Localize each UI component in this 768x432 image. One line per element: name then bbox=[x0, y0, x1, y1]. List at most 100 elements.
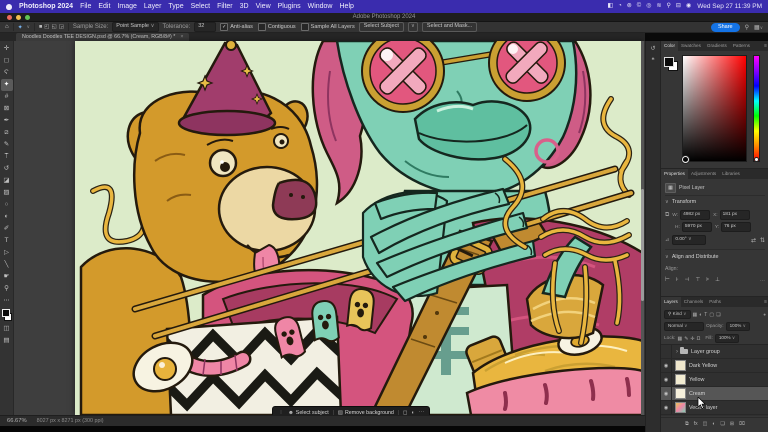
filter-toggle-icon[interactable]: ● bbox=[763, 312, 766, 317]
layer-row-group[interactable]: › Layer group bbox=[661, 345, 768, 359]
layers-tab-channels[interactable]: Channels bbox=[681, 297, 706, 307]
layers-tab-layers[interactable]: Layers bbox=[661, 297, 681, 307]
lock-transparent-icon[interactable]: ▦ bbox=[677, 336, 682, 342]
canvas-area[interactable]: ⋮ ☻ Select subject ▨ Remove background ◻… bbox=[14, 41, 645, 415]
properties-tab-adjustments[interactable]: Adjustments bbox=[688, 169, 719, 179]
dodge-tool[interactable]: ◐ bbox=[1, 211, 13, 223]
add-mask-icon[interactable]: ◫ bbox=[703, 421, 708, 427]
layer-row[interactable]: ◉ Cream bbox=[661, 387, 768, 401]
color-tab-swatches[interactable]: Swatches bbox=[678, 41, 704, 51]
screen-mode-icon[interactable]: ▤ bbox=[1, 335, 13, 347]
delete-layer-icon[interactable]: ⌧ bbox=[739, 421, 745, 427]
align-left-icon[interactable]: ⊢ bbox=[665, 277, 670, 283]
align-collapse-icon[interactable]: ∨ bbox=[665, 254, 669, 260]
layer-thumbnail[interactable] bbox=[675, 374, 686, 385]
move-tool[interactable]: ✛ bbox=[1, 43, 13, 55]
properties-tab-properties[interactable]: Properties bbox=[661, 169, 688, 179]
share-button[interactable]: Share bbox=[711, 23, 740, 32]
menu-view[interactable]: View bbox=[256, 3, 271, 10]
menu-select[interactable]: Select bbox=[191, 3, 210, 10]
battery-icon[interactable]: ⊟ bbox=[676, 0, 681, 13]
filter-type-icon[interactable]: T bbox=[704, 312, 707, 318]
group-expand-icon[interactable]: › bbox=[676, 349, 678, 355]
layer-filter-select[interactable]: ⚲ Kind ∨ bbox=[664, 310, 691, 319]
brush-tool[interactable]: ✎ bbox=[1, 139, 13, 151]
gradient-tool[interactable]: ▨ bbox=[1, 187, 13, 199]
type-tool[interactable]: T bbox=[1, 235, 13, 247]
control-center-icon[interactable]: ◉ bbox=[686, 0, 691, 13]
layer-thumbnail[interactable] bbox=[675, 360, 686, 371]
edit-toolbar[interactable]: ⋯ bbox=[1, 295, 13, 307]
eyedropper-tool[interactable]: ✒ bbox=[1, 115, 13, 127]
x-field[interactable]: 181 px bbox=[720, 210, 750, 220]
frame-tool[interactable]: ⊠ bbox=[1, 103, 13, 115]
color-tab-color[interactable]: Color bbox=[661, 41, 678, 51]
select-subject-button[interactable]: Select Subject bbox=[359, 22, 404, 32]
lock-all-icon[interactable]: Ω bbox=[697, 336, 701, 342]
marquee-tool[interactable]: ◻ bbox=[1, 55, 13, 67]
subtract-selection-icon[interactable]: ◱ bbox=[51, 24, 56, 30]
link-dimensions-icon[interactable]: ⧉ bbox=[665, 212, 669, 219]
opacity-field[interactable]: 100% ∨ bbox=[726, 322, 750, 331]
comments-panel-icon[interactable]: ❝ bbox=[651, 57, 654, 64]
menu-filter[interactable]: Filter bbox=[217, 3, 233, 10]
filter-shape-icon[interactable]: ▢ bbox=[709, 312, 714, 318]
tool-preset-dropdown-icon[interactable]: ∨ bbox=[27, 24, 30, 30]
menubar-clock[interactable]: Wed Sep 27 11:39 PM bbox=[697, 3, 762, 10]
layer-row[interactable]: ◉ Vector layer bbox=[661, 401, 768, 415]
menu-image[interactable]: Image bbox=[117, 3, 136, 10]
layer-row[interactable]: ◉ Yellow bbox=[661, 373, 768, 387]
flip-vertical-icon[interactable]: ⇅ bbox=[760, 237, 765, 244]
menu-layer[interactable]: Layer bbox=[144, 3, 162, 10]
rotation-field[interactable]: 0.00° ∨ bbox=[672, 235, 706, 245]
zoom-level[interactable]: 66.67% bbox=[7, 418, 27, 424]
workspace-switcher-icon[interactable]: ▦∨ bbox=[754, 24, 763, 31]
zoom-tool[interactable]: ⚲ bbox=[1, 283, 13, 295]
color-tab-gradients[interactable]: Gradients bbox=[704, 41, 730, 51]
height-field[interactable]: 5970 px bbox=[682, 222, 712, 232]
search-icon[interactable]: ⚲ bbox=[745, 24, 749, 31]
history-panel-icon[interactable]: ↺ bbox=[650, 45, 655, 52]
menu-file[interactable]: File bbox=[80, 3, 91, 10]
properties-tab-libraries[interactable]: Libraries bbox=[719, 169, 743, 179]
menu-edit[interactable]: Edit bbox=[98, 3, 110, 10]
layers-tab-paths[interactable]: Paths bbox=[706, 297, 724, 307]
align-middle-icon[interactable]: ⊧ bbox=[706, 277, 709, 283]
magic-wand-tool-icon[interactable]: ✦ bbox=[18, 24, 23, 31]
lock-move-icon[interactable]: ✛ bbox=[690, 336, 694, 342]
notification-badge-icon[interactable]: ⊚ bbox=[627, 0, 632, 13]
menu-3d[interactable]: 3D bbox=[240, 3, 249, 10]
align-top-icon[interactable]: ⊤ bbox=[695, 277, 700, 283]
add-selection-icon[interactable]: ◰ bbox=[44, 24, 49, 30]
select-subject-dropdown[interactable]: ∨ bbox=[408, 22, 418, 32]
menu-window[interactable]: Window bbox=[308, 3, 333, 10]
checkbox-contiguous[interactable]: Contiguous bbox=[258, 23, 296, 31]
copyright-app-icon[interactable]: © bbox=[637, 0, 641, 13]
home-icon[interactable]: ⌂ bbox=[5, 24, 9, 30]
tolerance-input[interactable]: 32 bbox=[194, 22, 216, 32]
shape-tool[interactable]: ╲ bbox=[1, 259, 13, 271]
align-more[interactable]: … bbox=[760, 277, 765, 283]
new-selection-icon[interactable]: ■ bbox=[39, 24, 42, 30]
layer-row[interactable]: ◉ Dark Yellow bbox=[661, 359, 768, 373]
document-tab[interactable]: Noodles Doodles TEE DESIGN.psd @ 66.7% (… bbox=[16, 33, 189, 41]
select-and-mask-button[interactable]: Select and Mask... bbox=[422, 22, 477, 32]
adjustment-layer-icon[interactable]: ◐ bbox=[712, 421, 715, 427]
clone-stamp-tool[interactable]: ⍑ bbox=[1, 151, 13, 163]
filter-pixel-icon[interactable]: ▦ bbox=[693, 312, 698, 318]
panel-menu-icon[interactable]: ≡ bbox=[764, 297, 768, 307]
align-right-icon[interactable]: ⊣ bbox=[685, 277, 690, 283]
menu-help[interactable]: Help bbox=[340, 3, 354, 10]
crop-tool[interactable]: # bbox=[1, 91, 13, 103]
width-field[interactable]: 4982 px bbox=[680, 210, 710, 220]
wifi-icon[interactable]: ≋ bbox=[656, 0, 661, 13]
new-group-icon[interactable]: ❏ bbox=[720, 421, 724, 427]
history-brush-tool[interactable]: ↺ bbox=[1, 163, 13, 175]
menu-plugins[interactable]: Plugins bbox=[278, 3, 301, 10]
checkbox-anti-alias[interactable]: ✓Anti-alias bbox=[220, 23, 253, 31]
color-tab-patterns[interactable]: Patterns bbox=[730, 41, 753, 51]
menu-type[interactable]: Type bbox=[168, 3, 183, 10]
magic-wand-tool[interactable]: ✦ bbox=[1, 79, 13, 91]
blend-mode-select[interactable]: Normal ∨ bbox=[664, 322, 704, 331]
align-bottom-icon[interactable]: ⊥ bbox=[715, 277, 720, 283]
